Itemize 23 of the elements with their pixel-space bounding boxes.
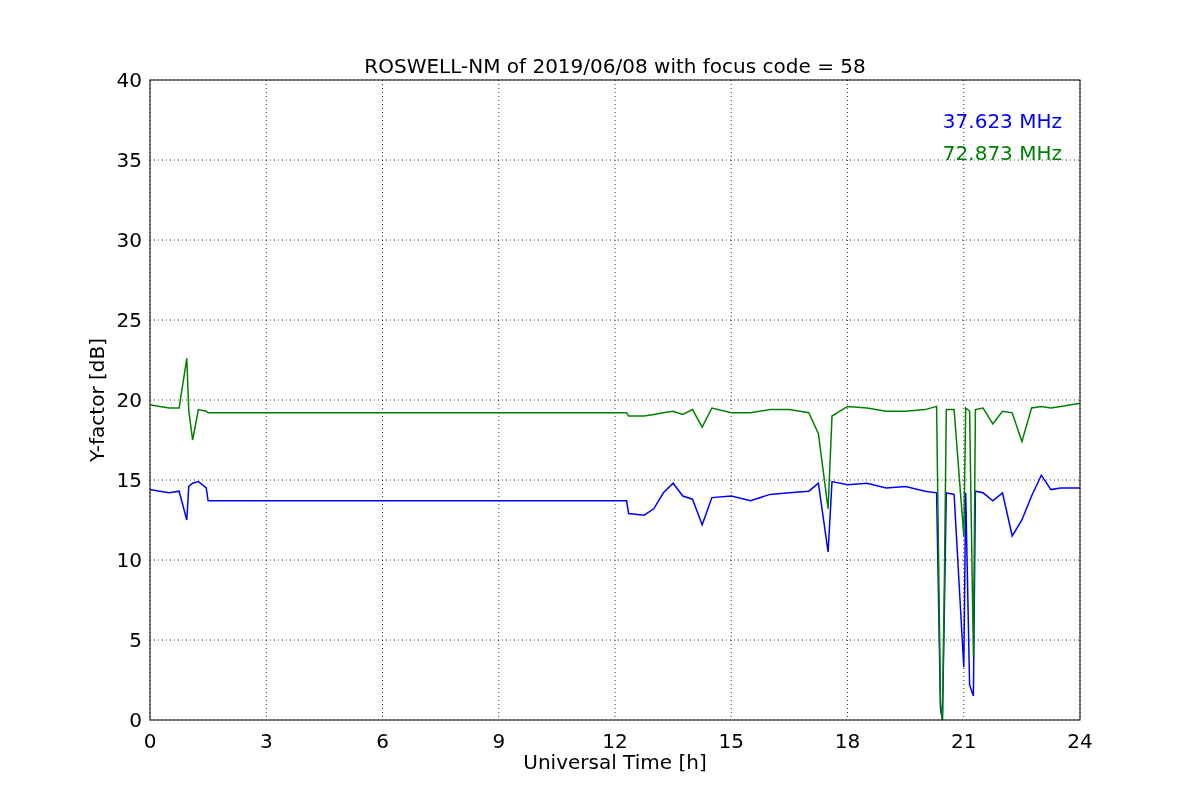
legend-label: 72.873 MHz — [942, 141, 1062, 165]
y-tick-label: 0 — [129, 708, 142, 732]
chart-title: ROSWELL-NM of 2019/06/08 with focus code = 58 — [364, 54, 866, 78]
x-tick-label: 12 — [602, 729, 628, 753]
x-axis-label: Universal Time [h] — [523, 750, 707, 774]
y-tick-label: 25 — [116, 308, 142, 332]
x-tick-label: 18 — [834, 729, 861, 753]
y-tick-label: 20 — [116, 388, 142, 412]
y-tick-label: 30 — [116, 228, 142, 252]
y-tick-label: 15 — [116, 468, 142, 492]
x-tick-label: 24 — [1067, 729, 1093, 753]
y-axis-label: Y-factor [dB] — [85, 338, 109, 462]
legend-label: 37.623 MHz — [942, 109, 1062, 133]
y-tick-label: 35 — [116, 148, 142, 172]
x-tick-label: 0 — [143, 729, 157, 753]
x-tick-label: 21 — [951, 729, 977, 753]
x-tick-label: 3 — [259, 729, 273, 753]
x-tick-label: 6 — [376, 729, 389, 753]
y-tick-label: 10 — [116, 548, 142, 572]
x-tick-label: 15 — [718, 729, 744, 753]
y-tick-label: 5 — [129, 628, 142, 652]
x-tick-label: 9 — [492, 729, 506, 753]
y-tick-label: 40 — [116, 68, 142, 92]
